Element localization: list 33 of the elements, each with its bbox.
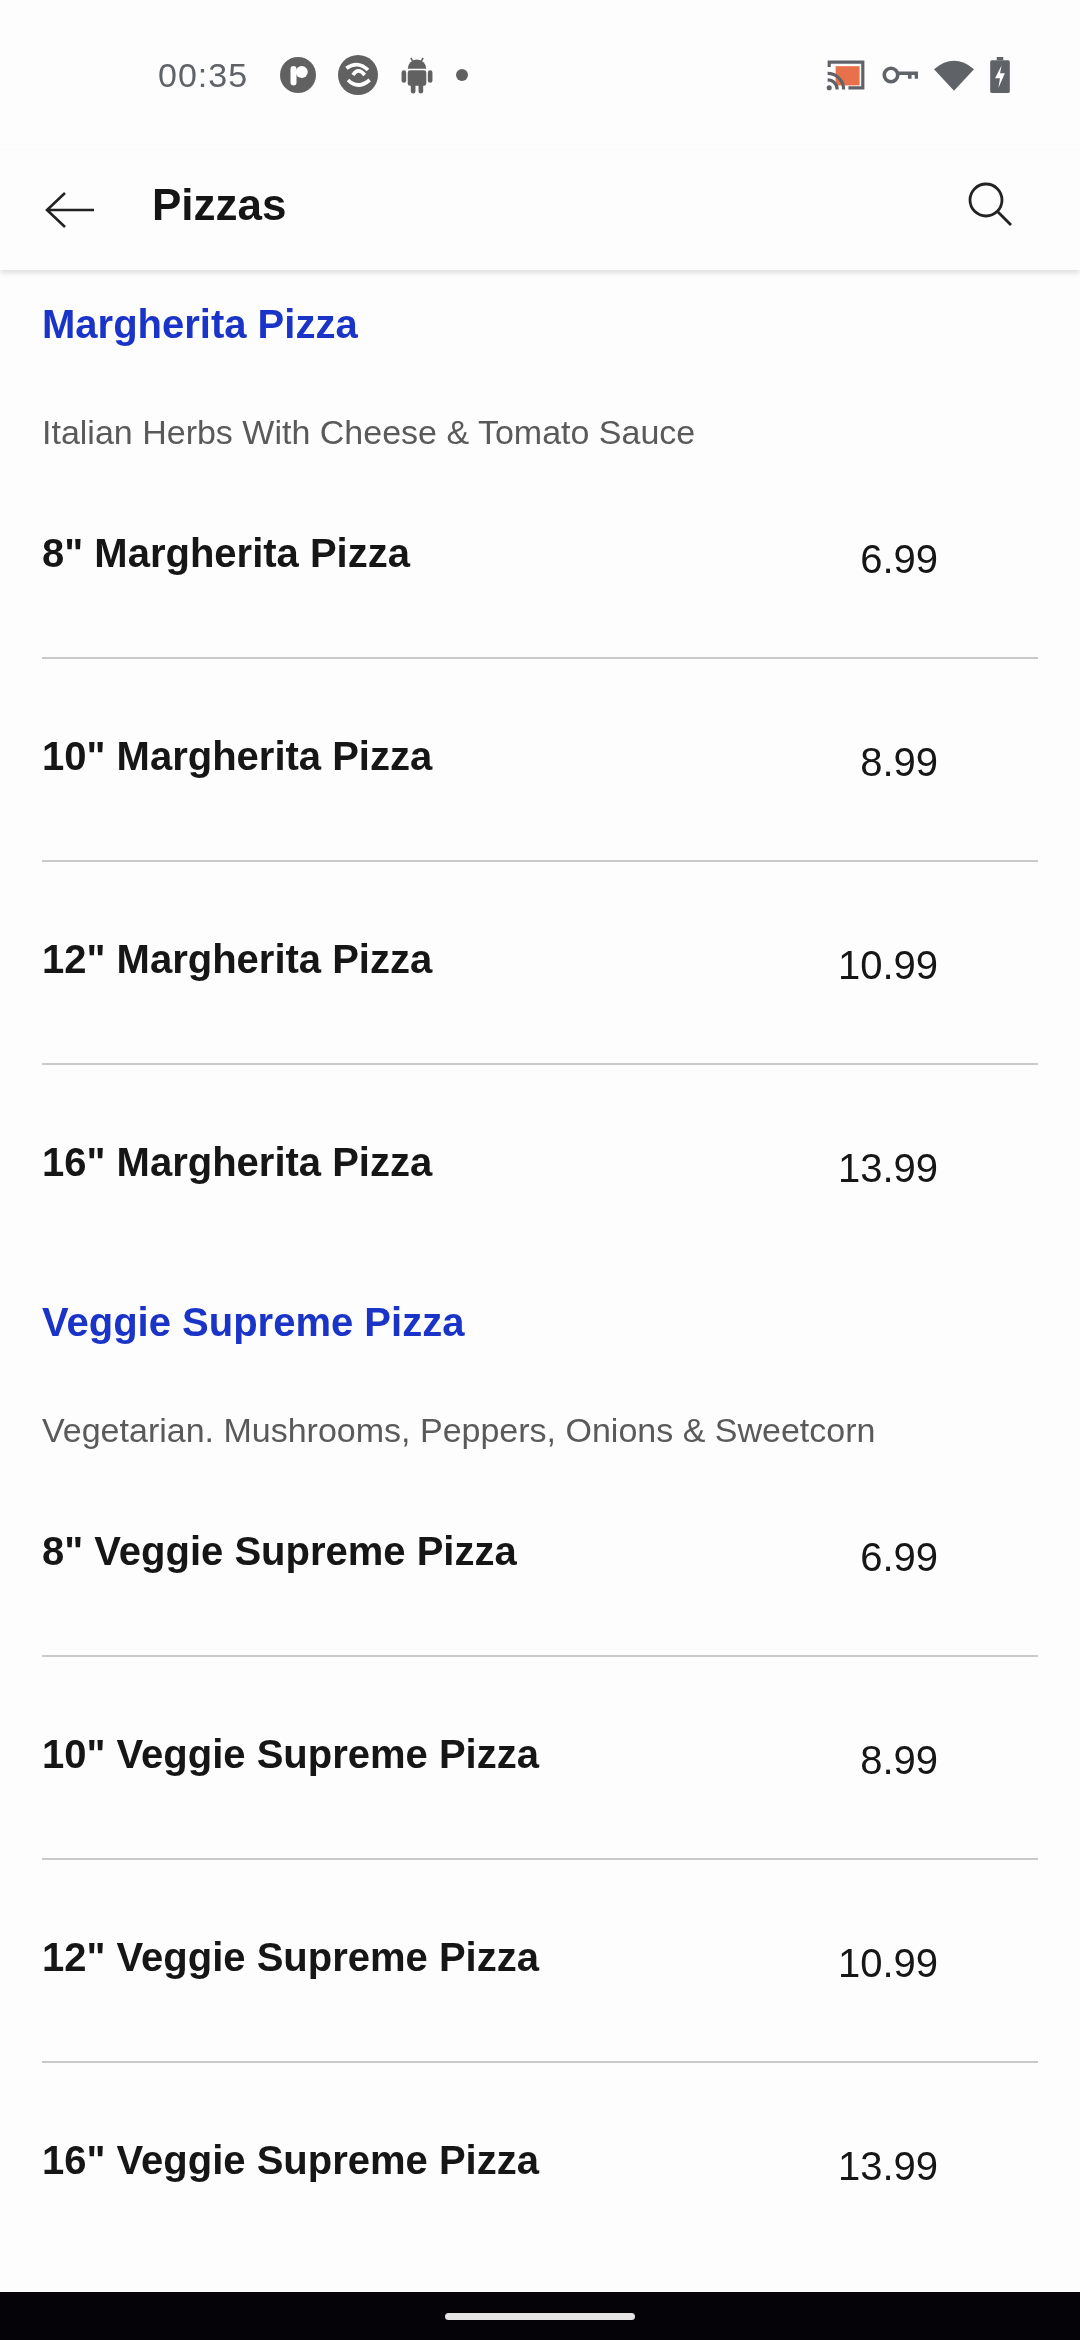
item-price: 10.99 bbox=[837, 942, 938, 989]
item-name[interactable]: 8" Margherita Pizza bbox=[42, 528, 861, 578]
item-name[interactable]: 12" Veggie Supreme Pizza bbox=[42, 1932, 838, 1982]
item-name[interactable]: 12" Margherita Pizza bbox=[42, 934, 838, 984]
battery-charging-icon bbox=[990, 57, 1010, 93]
item-name[interactable]: 8" Veggie Supreme Pizza bbox=[42, 1526, 861, 1576]
item-price: 10.99 bbox=[837, 1940, 938, 1987]
page-title: Pizzas bbox=[152, 180, 288, 230]
section-title: Margherita Pizza bbox=[42, 301, 358, 347]
item-price: 6.99 bbox=[860, 536, 938, 583]
home-handle[interactable] bbox=[445, 2312, 635, 2320]
wifi-icon bbox=[934, 59, 974, 91]
section-description: Italian Herbs With Cheese & Tomato Sauce bbox=[42, 413, 696, 451]
search-icon bbox=[967, 181, 1013, 227]
swirl-logo-icon bbox=[338, 55, 379, 95]
section-title: Veggie Supreme Pizza bbox=[42, 1299, 465, 1345]
item-name[interactable]: 16" Veggie Supreme Pizza bbox=[42, 2135, 838, 2185]
back-arrow-icon bbox=[45, 191, 95, 229]
section-description: Vegetarian. Mushrooms, Peppers, Onions & Sweetcorn bbox=[42, 1411, 876, 1449]
item-price: 13.99 bbox=[837, 2143, 938, 2190]
key-icon bbox=[882, 65, 918, 85]
item-name[interactable]: 10" Veggie Supreme Pizza bbox=[42, 1729, 861, 1779]
cast-icon bbox=[826, 59, 866, 91]
item-name[interactable]: 10" Margherita Pizza bbox=[42, 731, 861, 781]
circle-logo-icon bbox=[280, 57, 317, 93]
item-price: 8.99 bbox=[860, 739, 938, 786]
android-icon bbox=[400, 56, 435, 94]
item-name[interactable]: 16" Margherita Pizza bbox=[42, 1137, 838, 1187]
item-price: 8.99 bbox=[860, 1737, 938, 1784]
status-time: 00:35 bbox=[158, 55, 249, 95]
item-price: 6.99 bbox=[860, 1534, 938, 1581]
dot-icon bbox=[456, 69, 469, 81]
item-price: 13.99 bbox=[837, 1145, 938, 1192]
